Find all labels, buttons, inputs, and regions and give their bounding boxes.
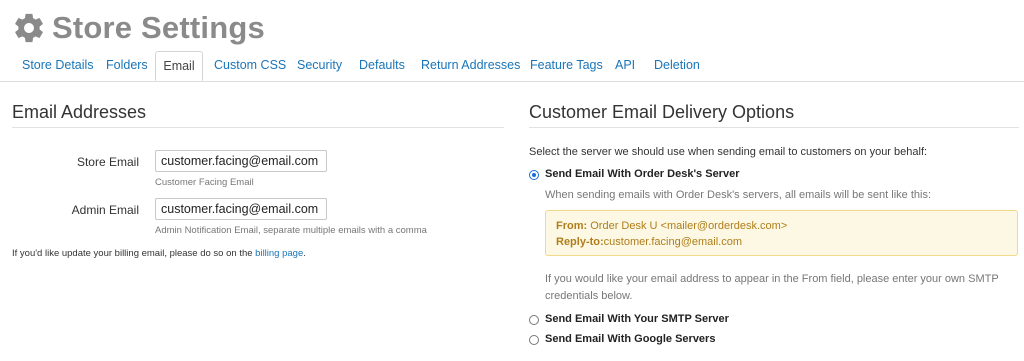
- smtp-note: If you would like your email address to …: [545, 273, 999, 302]
- page-title: Store Settings: [52, 10, 265, 45]
- tab-folders[interactable]: Folders: [106, 51, 148, 81]
- gear-icon: [15, 13, 43, 43]
- email-addresses-heading: Email Addresses: [12, 102, 147, 122]
- tab-defaults[interactable]: Defaults: [359, 51, 405, 81]
- billing-note: If you'd like update your billing email,…: [12, 248, 306, 259]
- tab-email[interactable]: Email: [155, 51, 203, 81]
- delivery-options-heading: Customer Email Delivery Options: [529, 102, 795, 122]
- from-value: Order Desk U <mailer@orderdesk.com>: [590, 220, 788, 232]
- billing-note-text: If you'd like update your billing email,…: [12, 248, 253, 259]
- radio-order-desk-server[interactable]: [529, 170, 539, 180]
- tab-custom-css[interactable]: Custom CSS: [214, 51, 286, 81]
- tab-api[interactable]: API: [615, 51, 635, 81]
- reply-to-value: customer.facing@email.com: [603, 236, 742, 248]
- billing-page-link[interactable]: billing page: [255, 248, 303, 259]
- reply-to-label: Reply-to:: [556, 236, 604, 248]
- from-label: From:: [556, 220, 588, 232]
- section-divider: [12, 127, 504, 128]
- sender-preview-notice: From: Order Desk U <mailer@orderdesk.com…: [545, 210, 1018, 256]
- option-google-servers-label[interactable]: Send Email With Google Servers: [545, 333, 715, 345]
- tab-store-details[interactable]: Store Details: [22, 51, 94, 81]
- option-order-desk-server-label[interactable]: Send Email With Order Desk's Server: [545, 168, 739, 180]
- radio-smtp-server[interactable]: [529, 315, 539, 325]
- tab-feature-tags[interactable]: Feature Tags: [530, 51, 603, 81]
- store-email-label: Store Email: [76, 155, 139, 169]
- tab-deletion[interactable]: Deletion: [654, 51, 700, 81]
- tab-security[interactable]: Security: [297, 51, 342, 81]
- page-header: Store Settings: [12, 8, 265, 48]
- admin-email-field[interactable]: [155, 198, 327, 220]
- delivery-intro: Select the server we should use when sen…: [529, 146, 928, 158]
- option-smtp-server-label[interactable]: Send Email With Your SMTP Server: [545, 313, 729, 325]
- radio-google-servers[interactable]: [529, 335, 539, 345]
- order-desk-description: When sending emails with Order Desk's se…: [545, 189, 932, 201]
- section-divider: [529, 127, 1019, 128]
- store-email-field[interactable]: [155, 150, 327, 172]
- admin-email-label: Admin Email: [71, 203, 139, 217]
- tab-return-addresses[interactable]: Return Addresses: [421, 51, 520, 81]
- billing-note-end: .: [303, 248, 306, 259]
- store-email-hint: Customer Facing Email: [155, 177, 254, 188]
- admin-email-hint: Admin Notification Email, separate multi…: [155, 225, 427, 236]
- settings-tabs: Store Details Folders Email Custom CSS S…: [0, 51, 1024, 82]
